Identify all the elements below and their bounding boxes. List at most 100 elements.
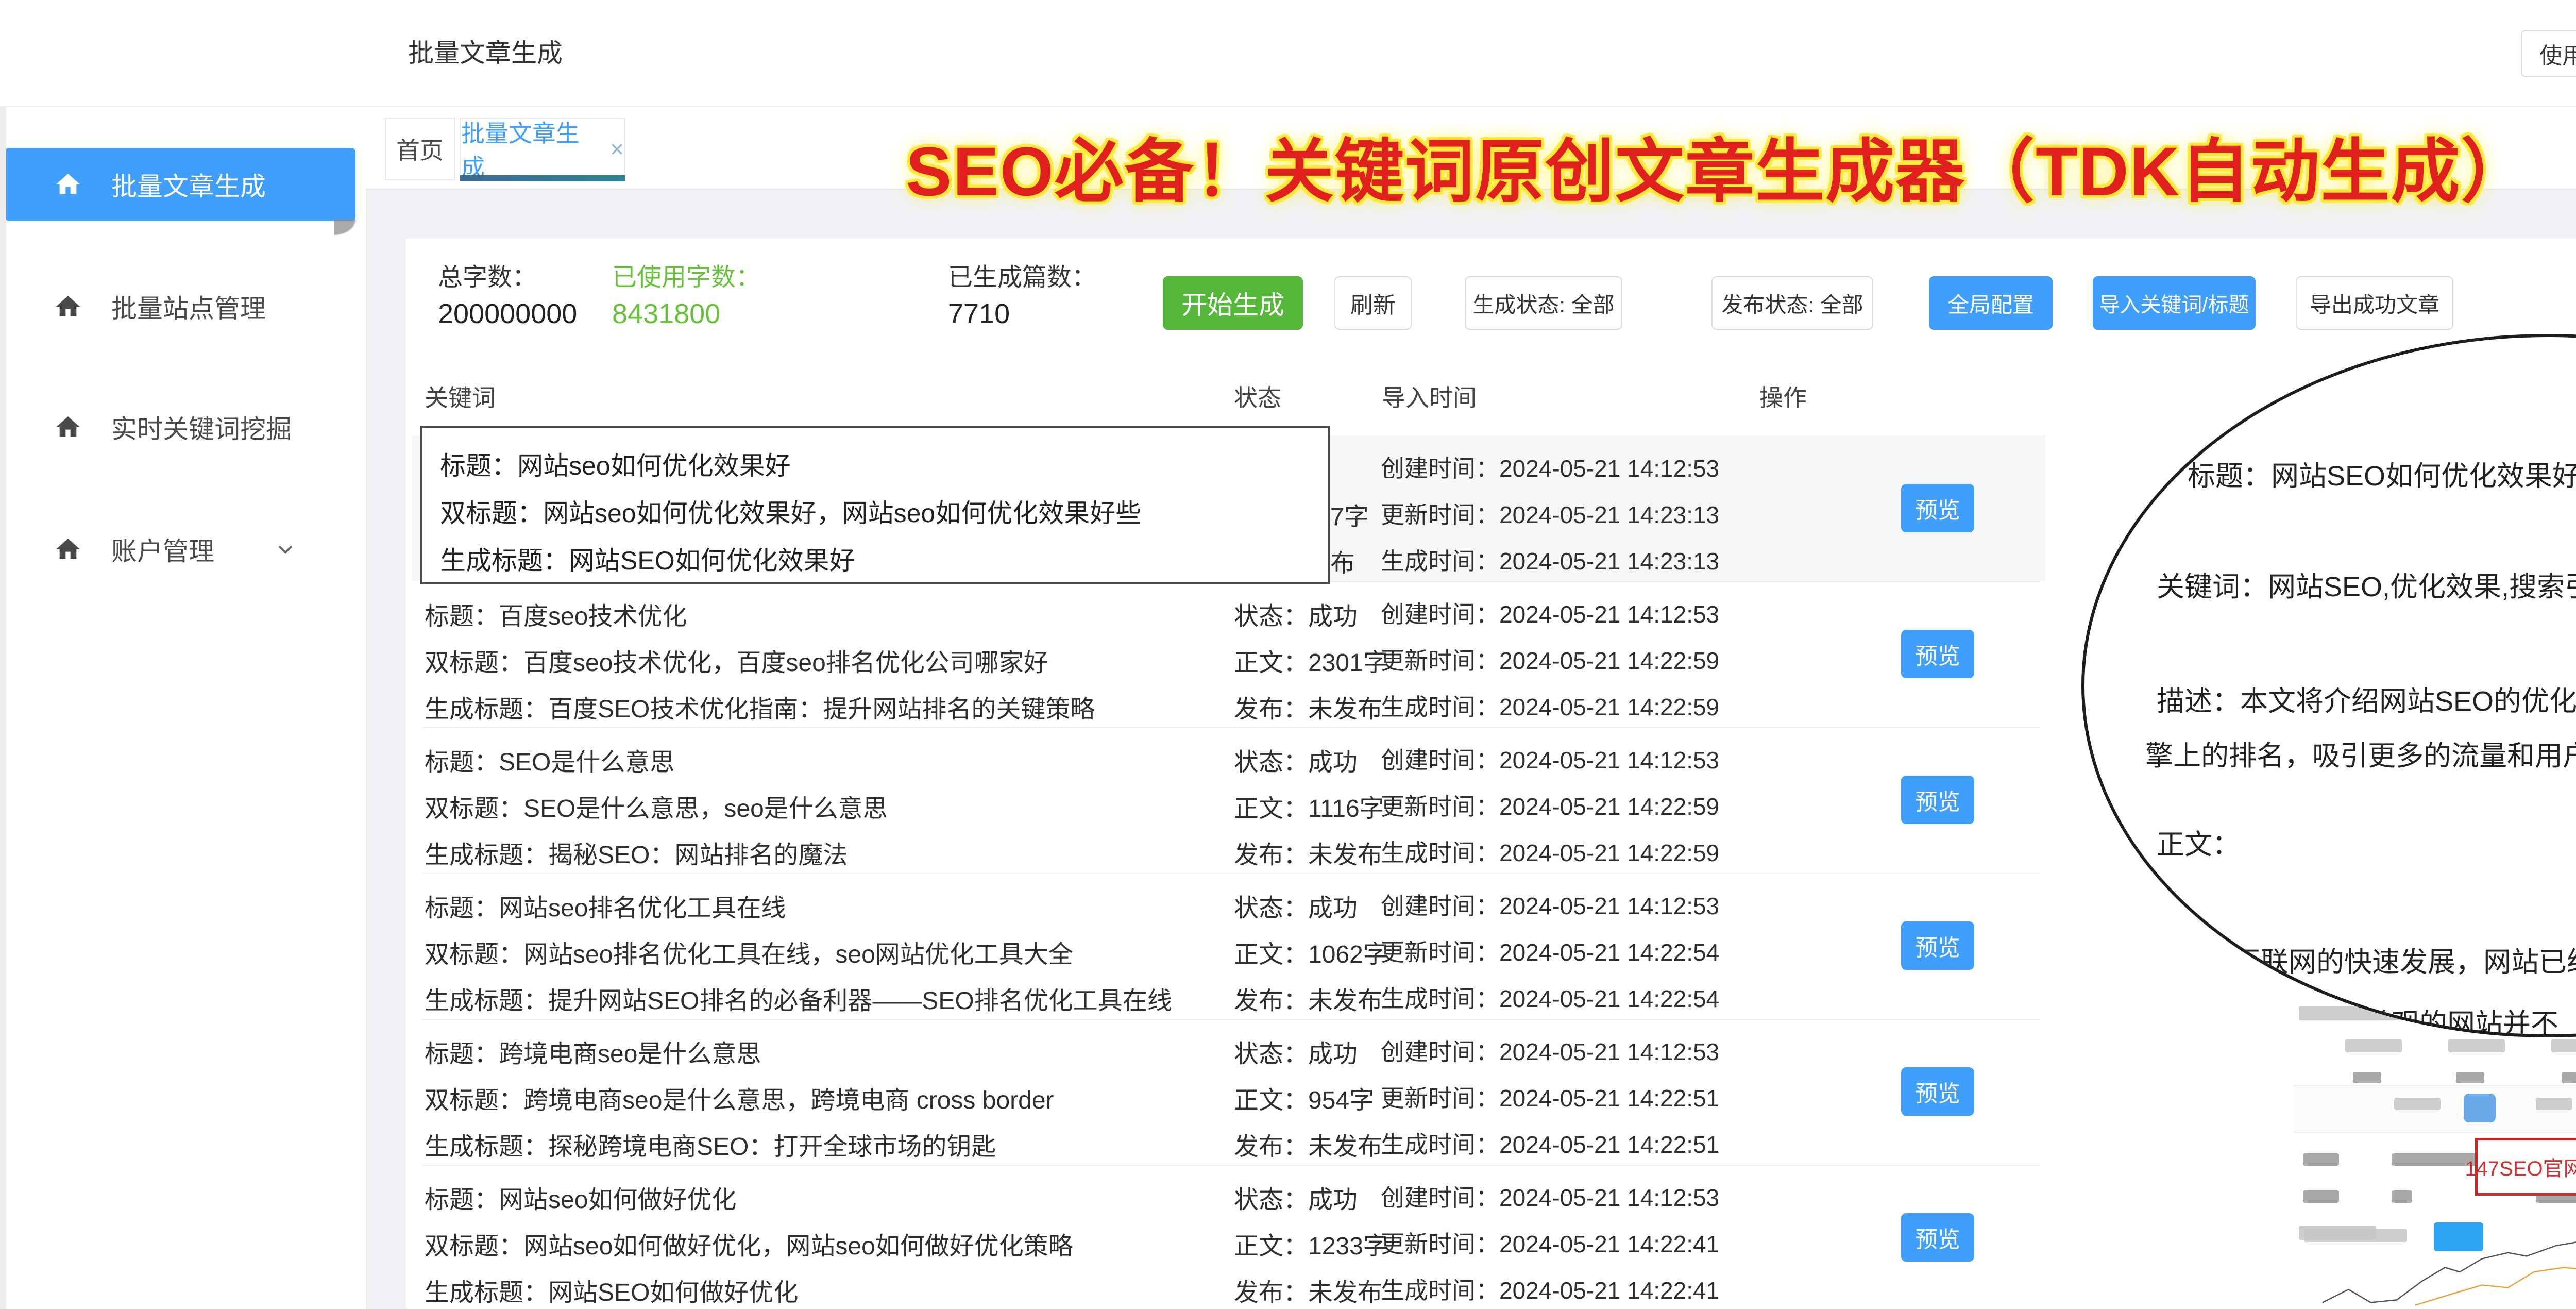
tab-home[interactable]: 首页 xyxy=(385,118,455,180)
promo-headline: SEO必备！关键词原创文章生成器（TDK自动生成） xyxy=(906,115,2531,215)
preview-button[interactable]: 预览 xyxy=(1901,1067,1974,1116)
col-header-keyword: 关键词 xyxy=(425,379,496,413)
preview-button[interactable]: 预览 xyxy=(1901,484,1974,532)
tooltip-line: 标题：网站seo如何优化效果好 xyxy=(440,445,791,482)
keyword-cell-line: 生成标题：探秘跨境电商SEO：打开全球市场的钥匙 xyxy=(425,1126,996,1162)
status-cell-line: 正文：1233字 xyxy=(1234,1226,1388,1262)
row-separator xyxy=(422,873,2040,874)
status-cell-line: 状态：成功 xyxy=(1234,887,1358,924)
tab-active-underline xyxy=(460,175,625,181)
blurred-cell-block xyxy=(2303,1190,2339,1203)
global-config-button[interactable]: 全局配置 xyxy=(1929,276,2053,330)
blurred-header-block xyxy=(2345,1039,2402,1052)
generated-count-label: 已生成篇数： xyxy=(948,257,1096,293)
time-cell-line: 创建时间：2024-05-21 14:12:53 xyxy=(1381,1033,1719,1067)
row-separator xyxy=(422,727,2040,728)
start-generate-button[interactable]: 开始生成 xyxy=(1163,276,1303,330)
mini-query-button-left xyxy=(2434,1222,2483,1251)
status-cell-line: 发布：未发布 xyxy=(1234,1126,1382,1162)
sidebar-item-1[interactable]: 批量站点管理 xyxy=(0,270,366,343)
time-cell-line: 创建时间：2024-05-21 14:12:53 xyxy=(1381,450,1719,484)
status-cell-line: 发布：未发布 xyxy=(1234,834,1382,870)
tab-batch-article-label: 批量文章生成 xyxy=(461,115,597,183)
icon-band xyxy=(2294,1085,2576,1133)
status-cell-line: 正文：1062字 xyxy=(1234,934,1388,970)
blurred-number-block xyxy=(2353,1072,2381,1083)
circle-text-line: 互联网的快速发展，网站已经成为企业 xyxy=(2233,939,2576,980)
keyword-cell-line: 生成标题：揭秘SEO：网站排名的魔法 xyxy=(425,834,848,870)
sidebar-item-label: 批量站点管理 xyxy=(111,288,266,325)
tooltip-line: 生成标题：网站SEO如何优化效果好 xyxy=(440,540,855,577)
case-screenshot: 147SEO官网案例，收录和排名稳定上升！ xyxy=(2294,999,2576,1309)
tutorial-button[interactable]: 使用教程 xyxy=(2521,30,2576,77)
time-cell-line: 创建时间：2024-05-21 14:12:53 xyxy=(1381,596,1719,630)
status-cell-line: 状态：成功 xyxy=(1234,1033,1358,1069)
status-cell-line: 正文：2301字 xyxy=(1234,642,1388,678)
time-cell-line: 生成时间：2024-05-21 14:22:59 xyxy=(1381,834,1719,868)
preview-button[interactable]: 预览 xyxy=(1901,776,1974,824)
status-cell-line: 状态：成功 xyxy=(1234,1179,1358,1215)
keyword-cell-line: 双标题：网站seo排名优化工具在线，seo网站优化工具大全 xyxy=(425,934,1073,970)
time-cell-line: 创建时间：2024-05-21 14:12:53 xyxy=(1381,1179,1719,1213)
blurred-header-block xyxy=(2551,1039,2576,1052)
home-icon xyxy=(54,292,82,321)
stat-icon-blue xyxy=(2464,1094,2496,1122)
preview-button[interactable]: 预览 xyxy=(1901,1213,1974,1262)
table-row: 标题：百度seo技术优化双标题：百度seo技术优化，百度seo排名优化公司哪家好… xyxy=(412,581,2040,727)
preview-button[interactable]: 预览 xyxy=(1901,630,1974,678)
app-screen: 147SEO文章系统 批量文章生成 使用教程 联系客服 65e4811dfb64… xyxy=(0,0,2576,1309)
time-cell-line: 生成时间：2024-05-21 14:22:59 xyxy=(1381,689,1719,723)
time-cell-line: 更新时间：2024-05-21 14:22:59 xyxy=(1381,642,1719,676)
keyword-cell-line: 生成标题：提升网站SEO排名的必备利器——SEO排名优化工具在线 xyxy=(425,980,1172,1016)
circle-text-line: 标题：网站SEO如何优化效果好 xyxy=(2188,453,2576,494)
preview-button[interactable]: 预览 xyxy=(1901,921,1974,970)
col-header-action: 操作 xyxy=(1759,379,1807,413)
sidebar-item-3[interactable]: 账户管理 xyxy=(0,513,366,586)
used-words-label: 已使用字数： xyxy=(612,257,760,293)
top-bar xyxy=(0,0,2576,107)
status-cell-line: 状态：成功 xyxy=(1234,742,1358,778)
time-cell-line: 创建时间：2024-05-21 14:12:53 xyxy=(1381,887,1719,921)
tab-home-label: 首页 xyxy=(396,132,444,166)
sidebar-fold-shadow xyxy=(334,219,361,239)
generate-status-filter[interactable]: 生成状态: 全部 xyxy=(1465,276,1622,330)
refresh-button[interactable]: 刷新 xyxy=(1334,276,1412,330)
tab-batch-article[interactable]: 批量文章生成 × xyxy=(460,118,625,180)
tooltip-line: 双标题：网站seo如何优化效果好，网站seo如何优化效果好些 xyxy=(440,493,1141,530)
circle-text-line: 有一个美观的网站并不 xyxy=(2280,1001,2558,1037)
status-cell-line: 7字 xyxy=(1330,496,1369,532)
keyword-cell-line: 双标题：跨境电商seo是什么意思，跨境电商 cross border xyxy=(425,1080,1054,1116)
time-cell-line: 更新时间：2024-05-21 14:23:13 xyxy=(1381,496,1719,530)
keyword-cell-line: 双标题：网站seo如何做好优化，网站seo如何做好优化策略 xyxy=(425,1226,1073,1262)
blurred-number-block xyxy=(2562,1072,2576,1083)
sidebar-item-label: 账户管理 xyxy=(111,531,214,568)
col-header-import-time: 导入时间 xyxy=(1382,379,1477,413)
keyword-cell-line: 双标题：SEO是什么意思，seo是什么意思 xyxy=(425,788,888,824)
chevron-down-icon xyxy=(273,537,298,562)
keyword-tooltip: 标题：网站seo如何优化效果好双标题：网站seo如何优化效果好，网站seo如何优… xyxy=(420,426,1330,584)
sidebar-item-label: 实时关键词挖掘 xyxy=(111,409,292,446)
import-keywords-button[interactable]: 导入关键词/标题 xyxy=(2093,276,2256,330)
sidebar-item-0[interactable]: 批量文章生成 xyxy=(5,148,355,221)
time-cell-line: 更新时间：2024-05-21 14:22:41 xyxy=(1381,1226,1719,1260)
sidebar-item-2[interactable]: 实时关键词挖掘 xyxy=(0,391,366,464)
status-cell-line: 布 xyxy=(1330,543,1355,579)
keyword-cell-line: 标题：SEO是什么意思 xyxy=(425,742,674,778)
left-edge-strip xyxy=(0,106,6,1309)
keyword-cell-line: 生成标题：网站SEO如何做好优化 xyxy=(425,1272,798,1308)
circle-text-line: 擎上的排名，吸引更多的流量和用户。 xyxy=(2145,733,2576,774)
blurred-label-block xyxy=(2536,1098,2572,1110)
keyword-cell-line: 生成标题：百度SEO技术优化指南：提升网站排名的关键策略 xyxy=(425,689,1095,725)
publish-status-filter[interactable]: 发布状态: 全部 xyxy=(1711,276,1873,330)
status-cell-line: 发布：未发布 xyxy=(1234,980,1382,1016)
status-cell-line: 发布：未发布 xyxy=(1234,1272,1382,1308)
tab-close-icon[interactable]: × xyxy=(610,135,624,163)
keyword-cell-line: 标题：网站seo如何做好优化 xyxy=(425,1179,736,1215)
circle-text-line: 关键词：网站SEO,优化效果,搜索引擎排名,流量,用户 xyxy=(2157,564,2576,605)
table-row: 标题：网站seo如何做好优化双标题：网站seo如何做好优化，网站seo如何做好优… xyxy=(412,1165,2040,1309)
keyword-cell-line: 标题：网站seo排名优化工具在线 xyxy=(425,887,786,924)
sidebar-item-label: 批量文章生成 xyxy=(111,166,266,203)
time-cell-line: 生成时间：2024-05-21 14:23:13 xyxy=(1381,543,1719,577)
time-cell-line: 生成时间：2024-05-21 14:22:41 xyxy=(1381,1272,1719,1306)
export-success-button[interactable]: 导出成功文章 xyxy=(2296,276,2453,330)
